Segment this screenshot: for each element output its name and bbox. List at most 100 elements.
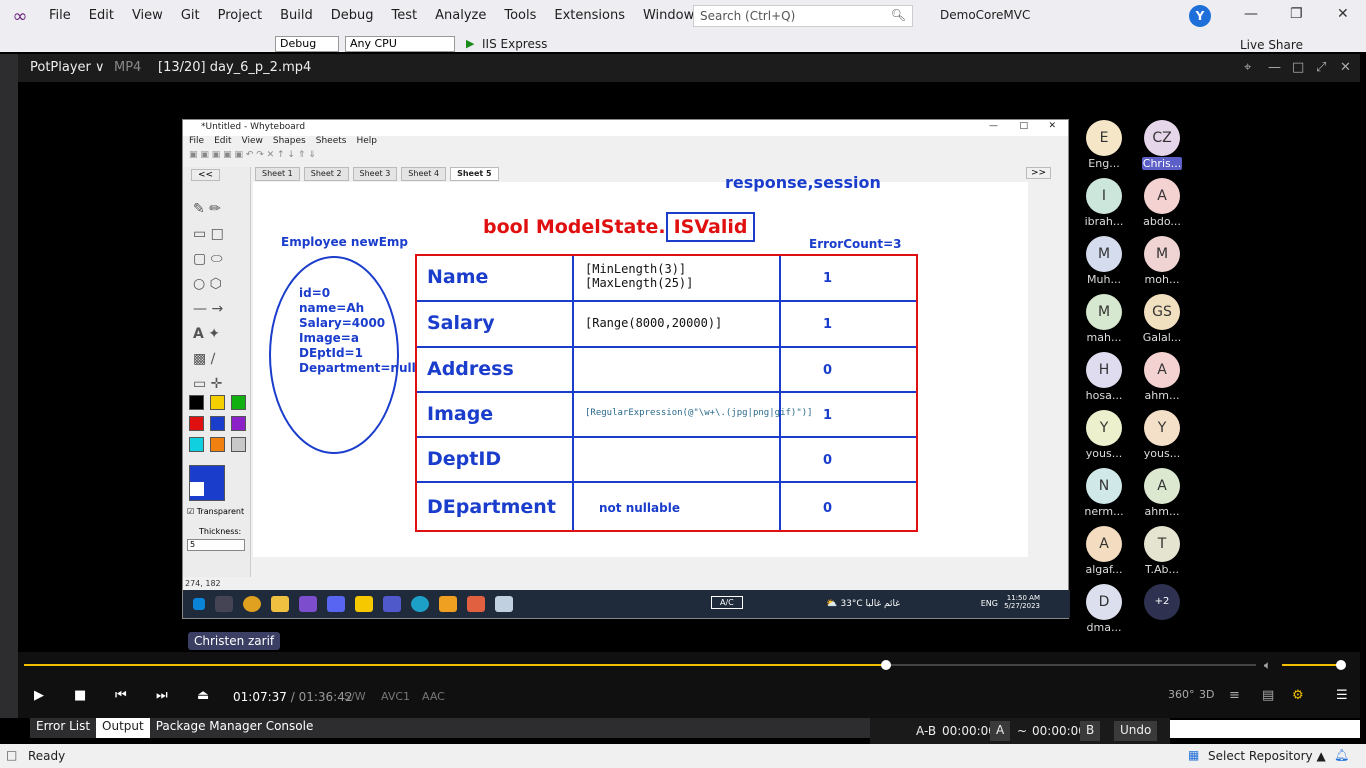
fill-icon[interactable]: ▩ ∕ xyxy=(193,347,243,372)
visual-studio-icon[interactable] xyxy=(299,596,317,612)
menu-edit[interactable]: Edit xyxy=(80,0,123,32)
ab-end[interactable]: 00:00:00 xyxy=(1032,724,1086,738)
whyteboard-taskbar-icon[interactable] xyxy=(467,596,485,612)
tab-sheet-4[interactable]: Sheet 4 xyxy=(401,167,447,181)
wb-menu-help[interactable]: Help xyxy=(356,136,377,150)
vertical-scrollbar[interactable] xyxy=(1054,182,1064,557)
tab-sheet-5[interactable]: Sheet 5 xyxy=(450,167,499,181)
participant[interactable]: Mmoh... xyxy=(1142,236,1182,286)
participant[interactable]: Aahm... xyxy=(1142,352,1182,402)
potplayer-brand[interactable]: PotPlayer ∨ xyxy=(30,60,105,75)
ab-start[interactable]: 00:00:00 xyxy=(942,724,996,738)
wb-menu-view[interactable]: View xyxy=(242,136,263,150)
tab-error-list[interactable]: Error List xyxy=(30,718,96,738)
menu-git[interactable]: Git xyxy=(172,0,209,32)
wb-menu-shapes[interactable]: Shapes xyxy=(273,136,306,150)
task-view-icon[interactable] xyxy=(215,596,233,612)
participant[interactable]: Nnerm... xyxy=(1084,468,1124,518)
undo-button[interactable]: Undo xyxy=(1114,721,1158,741)
ab-a-button[interactable]: A xyxy=(990,721,1011,741)
app-icon[interactable] xyxy=(495,596,513,612)
participant[interactable]: Ddma... xyxy=(1084,584,1124,634)
360-icon[interactable]: 360° xyxy=(1168,688,1195,701)
minimize-icon[interactable]: — xyxy=(1268,60,1281,75)
file-explorer-icon[interactable] xyxy=(271,596,289,612)
wb-menu-edit[interactable]: Edit xyxy=(214,136,231,150)
chrome-icon[interactable] xyxy=(243,596,261,612)
color-swatch[interactable] xyxy=(189,395,204,410)
participant[interactable]: T T.Ab... xyxy=(1142,526,1182,576)
tab-sheet-3[interactable]: Sheet 3 xyxy=(352,167,398,181)
seek-knob[interactable] xyxy=(881,660,892,670)
menu-extensions[interactable]: Extensions xyxy=(545,0,634,32)
vs-search-input[interactable]: Search (Ctrl+Q) 🔍︎ xyxy=(693,5,913,27)
wb-menu-file[interactable]: File xyxy=(189,136,204,150)
menu-debug[interactable]: Debug xyxy=(322,0,383,32)
color-swatch[interactable] xyxy=(231,437,246,452)
current-color-icon[interactable] xyxy=(189,465,225,501)
volume-icon[interactable]: 🔈︎ xyxy=(1264,658,1271,673)
tab-package-manager-console[interactable]: Package Manager Console xyxy=(150,718,320,738)
participant[interactable]: Yyous... xyxy=(1142,410,1182,460)
seek-bar[interactable] xyxy=(24,660,1256,670)
menu-file[interactable]: File xyxy=(40,0,80,32)
run-icon[interactable]: ▶ xyxy=(466,37,474,50)
settings-icon[interactable]: ⚙︎ xyxy=(1292,688,1304,703)
participant[interactable]: CZ Chris... xyxy=(1142,120,1182,170)
previous-icon[interactable]: ⏮︎ xyxy=(115,688,127,703)
volume-knob[interactable] xyxy=(1336,660,1346,670)
move-icon[interactable]: ▭ ✛ xyxy=(193,372,243,397)
windows-start-icon[interactable] xyxy=(193,598,205,610)
menu-icon[interactable]: ☰ xyxy=(1336,688,1348,703)
color-swatch[interactable] xyxy=(231,416,246,431)
maximize-icon[interactable]: □ xyxy=(1019,121,1028,131)
playlist-icon[interactable]: ▤ xyxy=(1262,688,1274,703)
stop-icon[interactable]: ■ xyxy=(74,688,86,703)
participant[interactable]: Aalgaf... xyxy=(1084,526,1124,576)
eject-icon[interactable]: ⏏︎ xyxy=(197,688,209,703)
participant[interactable]: Mmah... xyxy=(1084,294,1124,344)
minimize-icon[interactable]: — xyxy=(1244,6,1258,22)
transparent-checkbox[interactable]: ☑ Transparent xyxy=(187,507,244,516)
drawing-canvas[interactable]: response,session bool ModelState. ISValid… xyxy=(253,173,1028,557)
edge-icon[interactable] xyxy=(411,596,429,612)
color-swatch[interactable] xyxy=(210,437,225,452)
close-icon[interactable]: ✕ xyxy=(1340,60,1351,75)
circle-icon[interactable]: ○ ⬡ xyxy=(193,272,243,297)
ab-b-button[interactable]: B xyxy=(1080,721,1101,741)
solution-explorer-strip[interactable] xyxy=(0,54,18,718)
fullscreen-icon[interactable]: ⤢ xyxy=(1316,60,1326,75)
thickness-select[interactable]: 5 xyxy=(187,539,245,551)
expand-right-icon[interactable]: >> xyxy=(1026,167,1052,179)
line-icon[interactable]: — → xyxy=(193,297,243,322)
notifications-icon[interactable]: 🔔︎ xyxy=(1334,748,1349,762)
menu-view[interactable]: View xyxy=(123,0,172,32)
user-avatar[interactable]: Y xyxy=(1189,5,1211,27)
ab-input[interactable] xyxy=(1170,720,1360,738)
menu-test[interactable]: Test xyxy=(383,0,427,32)
play-icon[interactable]: ▶ xyxy=(34,688,44,703)
teams-icon[interactable] xyxy=(383,596,401,612)
sticky-notes-icon[interactable] xyxy=(355,596,373,612)
taskbar-clock[interactable]: 11:50 AM 5/27/2023 xyxy=(1004,594,1040,610)
live-share-button[interactable]: Live Share xyxy=(1240,38,1303,52)
color-swatch[interactable] xyxy=(189,416,204,431)
participant[interactable]: Hhosa... xyxy=(1084,352,1124,402)
text-icon[interactable]: A ✦ xyxy=(193,322,243,347)
participant[interactable]: Aabdo... xyxy=(1142,178,1182,228)
run-target[interactable]: IIS Express xyxy=(482,37,547,51)
collapse-left-icon[interactable]: << xyxy=(191,169,221,181)
participant[interactable]: E Eng... xyxy=(1084,120,1124,170)
participant[interactable]: Yyous... xyxy=(1084,410,1124,460)
app-icon[interactable] xyxy=(439,596,457,612)
tab-sheet-2[interactable]: Sheet 2 xyxy=(303,167,349,181)
menu-project[interactable]: Project xyxy=(209,0,271,32)
menu-analyze[interactable]: Analyze xyxy=(426,0,495,32)
color-swatch[interactable] xyxy=(210,395,225,410)
color-swatch[interactable] xyxy=(231,395,246,410)
minimize-icon[interactable]: — xyxy=(989,121,998,131)
pen-icon[interactable]: ✎ ✏ xyxy=(193,197,243,222)
tab-output[interactable]: Output xyxy=(96,718,150,738)
menu-build[interactable]: Build xyxy=(271,0,322,32)
zoom-icon[interactable]: ≡ xyxy=(1229,688,1240,703)
